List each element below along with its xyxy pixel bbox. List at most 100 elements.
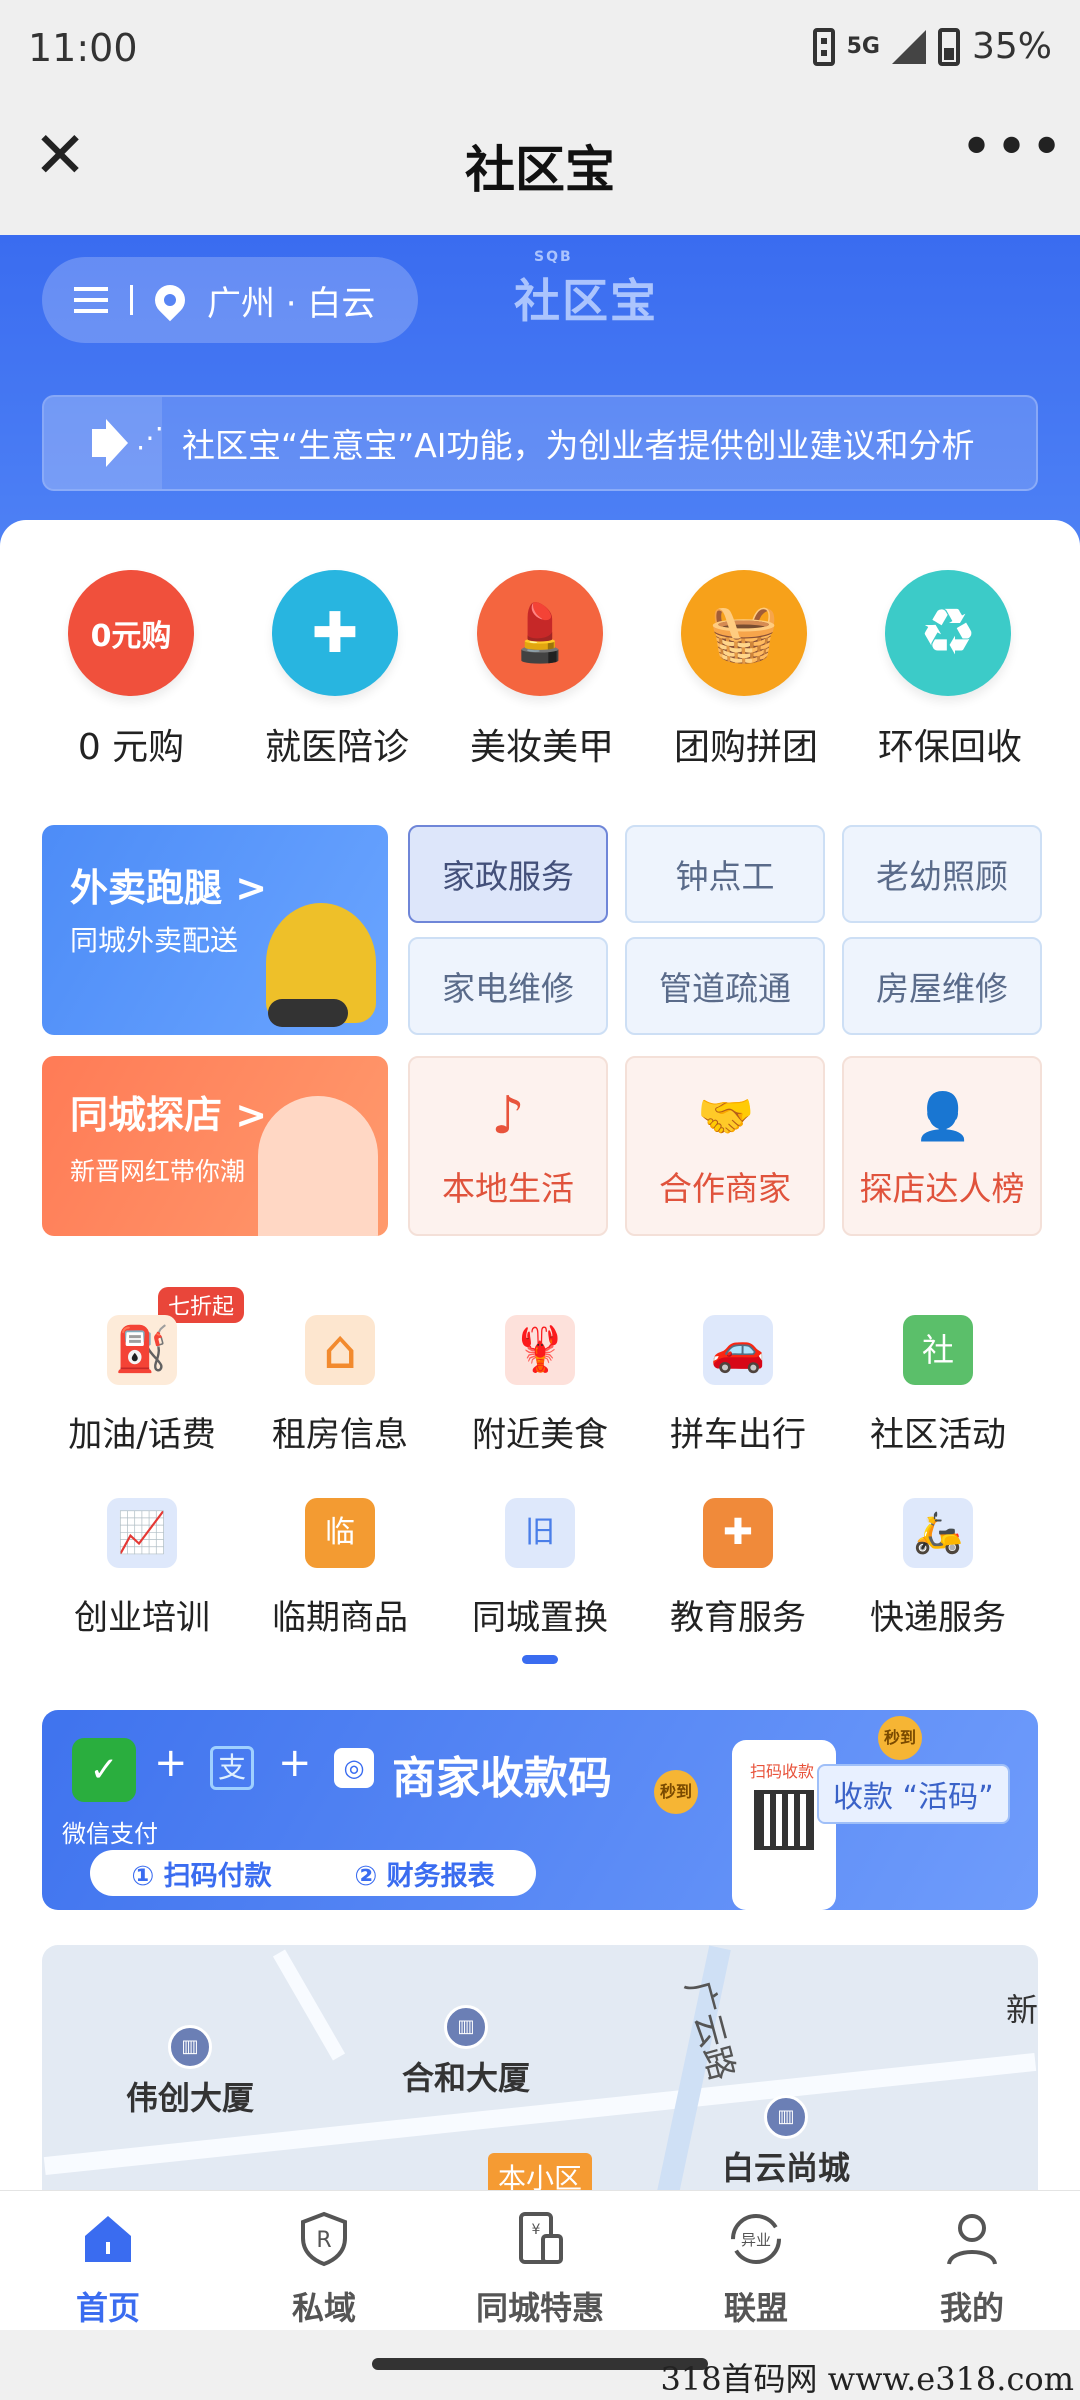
qr-code-icon: [754, 1790, 814, 1850]
battery-icon: [937, 27, 960, 66]
notice-text: 社区宝“生意宝”AI功能，为创业者提供创业建议和分析: [182, 426, 975, 465]
sim-icon: [812, 27, 835, 66]
step-finance-report: ② 财务报表: [354, 1860, 495, 1892]
unionpay-icon: ◎: [334, 1748, 374, 1788]
car-icon: 🚗: [703, 1315, 773, 1385]
grid-item-rent[interactable]: ⌂ 租房信息: [250, 1315, 430, 1456]
grid-label: 附近美食: [472, 1415, 608, 1455]
lipstick-icon: 💄: [477, 570, 603, 696]
chip-partner-merchants[interactable]: 🤝 合作商家: [625, 1056, 825, 1236]
top-icon-label: 团购拼团: [674, 727, 819, 768]
nav-profile[interactable]: 我的: [872, 2191, 1072, 2330]
poi-label: 伟创大厦: [126, 2079, 255, 2117]
chip-local-life[interactable]: ♪ 本地生活: [408, 1056, 608, 1236]
house-icon: ⌂: [305, 1315, 375, 1385]
education-icon: ✚: [703, 1498, 773, 1568]
payment-code-banner[interactable]: ✓ + 支 + ◎ 商家收款码 微信支付 ① 扫码付款 ② 财务报表 扫码收款 …: [42, 1710, 1038, 1910]
grid-label: 同城置换: [472, 1598, 608, 1638]
payment-banner-title: 商家收款码: [392, 1753, 612, 1804]
chip-hourly-worker[interactable]: 钟点工: [625, 825, 825, 923]
divider: [130, 285, 133, 315]
svg-text:R: R: [316, 2228, 331, 2253]
gesture-bar[interactable]: [372, 2358, 708, 2370]
basket-icon: 🧺: [681, 570, 807, 696]
page-title: 社区宝: [465, 141, 615, 199]
grid-item-food[interactable]: 🦞 附近美食: [450, 1315, 630, 1456]
map-road: [272, 1949, 346, 2061]
doctor-icon: ✚: [272, 570, 398, 696]
top-icon-recycle[interactable]: ♻ 环保回收: [878, 570, 1022, 770]
grid-item-fuel[interactable]: ⛽ 加油/话费: [52, 1315, 232, 1456]
scan-text: 扫码收款: [750, 1762, 815, 1781]
zero-yuan-icon: 0元购: [68, 570, 194, 696]
nav-label: 同城特惠: [475, 2289, 604, 2327]
nav-label: 私域: [291, 2289, 356, 2327]
top-icon-label: 0 元购: [77, 727, 185, 768]
step-scan-pay: ① 扫码付款: [131, 1860, 272, 1892]
chip-influencer-ranking[interactable]: 👤 探店达人榜: [842, 1056, 1042, 1236]
takeout-card[interactable]: 外卖跑腿 > 同城外卖配送: [42, 825, 388, 1035]
menu-icon[interactable]: [74, 287, 108, 313]
takeout-title: 外卖跑腿 >: [70, 866, 268, 910]
svg-text:¥: ¥: [532, 2222, 541, 2238]
chip-elder-child-care[interactable]: 老幼照顾: [842, 825, 1042, 923]
chip-house-repair[interactable]: 房屋维修: [842, 937, 1042, 1035]
influencer-icon: 👤: [914, 1089, 972, 1143]
chip-appliance-repair[interactable]: 家电维修: [408, 937, 608, 1035]
signal-icon: [891, 29, 926, 64]
grid-label: 租房信息: [272, 1415, 408, 1455]
speaker-icon-box: [44, 397, 164, 489]
chip-label: 合作商家: [659, 1169, 791, 1208]
page-indicator: [522, 1655, 558, 1664]
explore-title: 同城探店 >: [70, 1093, 268, 1137]
lobster-icon: 🦞: [505, 1315, 575, 1385]
grid-item-community[interactable]: 社 社区活动: [848, 1315, 1028, 1456]
wechat-pay-icon: ✓: [72, 1738, 136, 1802]
grid-label: 教育服务: [670, 1598, 806, 1638]
grid-item-education[interactable]: ✚ 教育服务: [648, 1498, 828, 1639]
plus-icon: +: [278, 1740, 312, 1786]
nav-local-deals[interactable]: ¥ 同城特惠: [440, 2191, 640, 2330]
map-view[interactable]: ▥ 伟创大厦 ▥ 合和大厦 ▥ 白云尚城 广云路 新 本小区: [42, 1945, 1038, 2190]
status-time: 11:00: [28, 26, 138, 70]
grid-item-expiring[interactable]: 临 临期商品: [250, 1498, 430, 1639]
top-icon-makeup[interactable]: 💄 美妆美甲: [470, 570, 615, 770]
chip-pipe-dredging[interactable]: 管道疏通: [625, 937, 825, 1035]
location-pin-icon: [148, 278, 192, 322]
map-poi[interactable]: ▥ 白云尚城: [722, 2095, 850, 2189]
exchange-icon: 旧: [505, 1498, 575, 1568]
more-button[interactable]: •••: [960, 120, 1063, 188]
grid-item-courier[interactable]: 🛵 快递服务: [848, 1498, 1028, 1639]
nav-private-domain[interactable]: R 私域: [224, 2191, 424, 2330]
map-poi[interactable]: ▥ 合和大厦: [402, 2005, 530, 2099]
top-icon-doctor[interactable]: ✚ 就医陪诊: [265, 570, 409, 770]
nav-home[interactable]: 首页: [8, 2191, 208, 2330]
map-poi[interactable]: ▥ 伟创大厦: [126, 2025, 254, 2119]
nav-alliance[interactable]: 异业 联盟: [656, 2191, 856, 2330]
grid-label: 拼车出行: [670, 1415, 806, 1455]
notice-bar[interactable]: 社区宝“生意宝”AI功能，为创业者提供创业建议和分析: [42, 395, 1038, 491]
poi-label: 白云尚城: [722, 2149, 851, 2187]
training-icon: 📈: [107, 1498, 177, 1568]
grid-label: 创业培训: [74, 1598, 210, 1638]
shield-icon: R: [292, 2207, 356, 2271]
chip-housekeeping[interactable]: 家政服务: [408, 825, 608, 923]
grid-item-carpool[interactable]: 🚗 拼车出行: [648, 1315, 828, 1456]
takeout-subtitle: 同城外卖配送: [70, 924, 239, 957]
alliance-icon: 异业: [724, 2207, 788, 2271]
coin-icon: 秒到: [654, 1770, 698, 1814]
home-icon: [76, 2207, 140, 2271]
poi-label: 合和大厦: [402, 2059, 531, 2097]
explore-card[interactable]: 同城探店 > 新晋网红带你潮: [42, 1056, 388, 1236]
top-icon-zero-yuan[interactable]: 0元购 0 元购: [61, 570, 201, 770]
battery-level: 35%: [971, 26, 1052, 67]
handshake-icon: 🤝: [697, 1089, 755, 1143]
collect-code-tag: 收款 “活码”: [817, 1764, 1010, 1824]
grid-item-training[interactable]: 📈 创业培训: [52, 1498, 232, 1639]
top-icon-group-buy[interactable]: 🧺 团购拼团: [674, 570, 819, 770]
plus-icon: +: [154, 1740, 188, 1786]
top-icon-label: 美妆美甲: [470, 727, 615, 768]
grid-item-exchange[interactable]: 旧 同城置换: [450, 1498, 630, 1639]
location-selector[interactable]: 广州 · 白云: [42, 257, 418, 343]
speaker-icon: [92, 419, 164, 467]
